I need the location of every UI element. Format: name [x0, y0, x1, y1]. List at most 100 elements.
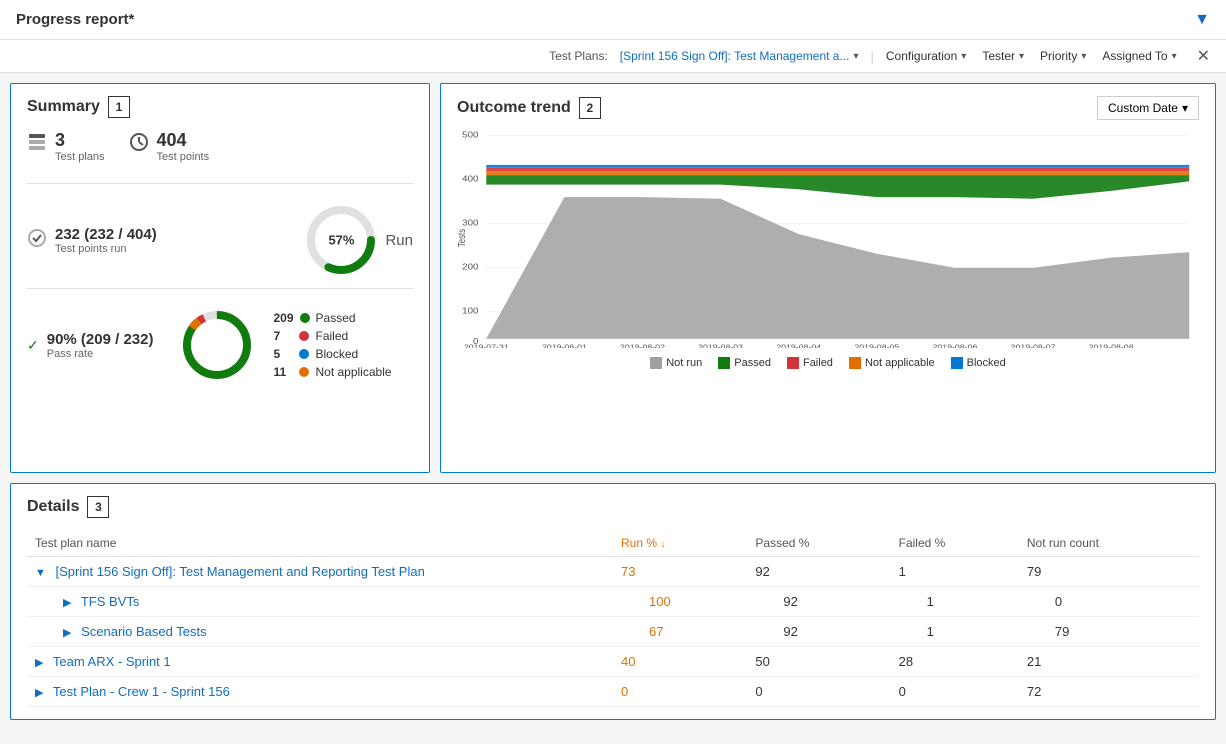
blocked-color [951, 357, 963, 369]
outcome-trend-panel: Outcome trend 2 Custom Date ▾ 500 400 30… [440, 83, 1216, 473]
test-plans-label: Test Plans: [549, 49, 608, 63]
svg-text:100: 100 [462, 306, 478, 315]
test-points-run-stat: 232 (232 / 404) Test points run [27, 226, 157, 255]
row-failed: 0 [891, 677, 1019, 707]
details-title: Details [27, 498, 79, 516]
expand-icon[interactable]: ▶ [35, 687, 43, 699]
pass-section: ✓ 90% (209 / 232) Pass rate [27, 305, 413, 385]
expand-icon[interactable]: ▼ [35, 567, 46, 579]
legend-chart-failed: Failed [787, 357, 833, 369]
app-header: Progress report* ▼ [0, 0, 1226, 40]
chart-area: 500 400 300 200 100 0 [457, 128, 1199, 460]
table-row: ▼ [Sprint 156 Sign Off]: Test Management… [27, 557, 1199, 587]
priority-filter[interactable]: Priority ▾ [1036, 47, 1090, 65]
table-row: ▶ Scenario Based Tests 67 92 1 79 [27, 617, 1199, 647]
test-points-run-label: Test points run [55, 243, 157, 255]
not-run-color [650, 357, 662, 369]
row-not-run: 21 [1019, 647, 1199, 677]
svg-text:300: 300 [462, 218, 478, 227]
svg-text:2019-08-01: 2019-08-01 [542, 343, 588, 348]
run-icon [27, 228, 47, 253]
svg-text:2019-08-05: 2019-08-05 [854, 343, 900, 348]
top-row: Summary 1 3 Test plans [10, 83, 1216, 473]
filter-bar: Test Plans: [Sprint 156 Sign Off]: Test … [0, 40, 1226, 73]
col-header-failed: Failed % [891, 530, 1019, 557]
details-panel-title: Details 3 [27, 496, 1199, 518]
row-not-run: 0 [1019, 587, 1199, 617]
col-header-passed: Passed % [747, 530, 890, 557]
check-icon: ✓ [27, 337, 39, 354]
outcome-number: 2 [579, 97, 601, 119]
chart-legend: Not run Passed Failed Not applicable [457, 357, 1199, 369]
test-plans-icon [27, 132, 47, 157]
legend-passed: 209 Passed [273, 311, 391, 325]
expand-icon[interactable]: ▶ [35, 657, 43, 669]
row-name: ▼ [Sprint 156 Sign Off]: Test Management… [27, 557, 613, 587]
legend-chart-passed: Passed [718, 357, 771, 369]
test-plans-label: Test plans [55, 151, 105, 163]
legend-chart-not-applicable: Not applicable [849, 357, 935, 369]
row-run: 40 [613, 647, 747, 677]
blocked-dot [299, 349, 309, 359]
pass-legend: 209 Passed 7 Failed 5 Blocked [273, 311, 391, 379]
run-text: Run [385, 232, 413, 249]
row-failed: 1 [891, 557, 1019, 587]
svg-text:2019-08-02: 2019-08-02 [620, 343, 666, 348]
custom-date-button[interactable]: Custom Date ▾ [1097, 96, 1199, 120]
test-points-value: 404 [157, 130, 210, 151]
configuration-filter[interactable]: Configuration ▾ [882, 47, 970, 65]
assigned-to-filter[interactable]: Assigned To ▾ [1098, 47, 1180, 65]
svg-text:400: 400 [462, 174, 478, 183]
summary-title: Summary [27, 98, 100, 116]
details-panel: Details 3 Test plan name Run % ↓ Passed … [10, 483, 1216, 720]
not-applicable-dot [299, 367, 309, 377]
test-plans-filter[interactable]: [Sprint 156 Sign Off]: Test Management a… [616, 47, 863, 65]
svg-text:200: 200 [462, 262, 478, 271]
passed-color [718, 357, 730, 369]
row-failed: 1 [891, 617, 1019, 647]
test-points-icon [129, 132, 149, 157]
svg-text:2019-08-07: 2019-08-07 [1011, 343, 1057, 348]
filter-icon[interactable]: ▼ [1194, 11, 1210, 29]
outcome-panel-title: Outcome trend 2 [457, 97, 601, 119]
svg-text:Tests: Tests [457, 228, 467, 247]
row-passed: 92 [747, 557, 890, 587]
page-title: Progress report* [16, 11, 134, 28]
expand-icon[interactable]: ▶ [63, 597, 71, 609]
row-passed: 92 [747, 617, 890, 647]
passed-dot [300, 313, 310, 323]
close-filter-button[interactable]: ✕ [1197, 46, 1210, 66]
col-header-name: Test plan name [27, 530, 613, 557]
failed-color [787, 357, 799, 369]
table-row: ▶ Team ARX - Sprint 1 40 50 28 21 [27, 647, 1199, 677]
row-not-run: 72 [1019, 677, 1199, 707]
table-row: ▶ Test Plan - Crew 1 - Sprint 156 0 0 0 … [27, 677, 1199, 707]
pass-donut [177, 305, 257, 385]
row-failed: 1 [891, 587, 1019, 617]
row-failed: 28 [891, 647, 1019, 677]
run-section: 232 (232 / 404) Test points run 57% Run [27, 200, 413, 280]
row-name: ▶ Team ARX - Sprint 1 [27, 647, 613, 677]
test-points-stat: 404 Test points [129, 130, 210, 163]
row-name: ▶ Scenario Based Tests [27, 617, 613, 647]
svg-text:2019-08-03: 2019-08-03 [698, 343, 744, 348]
test-plans-stat: 3 Test plans [27, 130, 105, 163]
legend-not-run: Not run [650, 357, 702, 369]
expand-icon[interactable]: ▶ [63, 627, 71, 639]
svg-text:500: 500 [462, 130, 478, 139]
row-not-run: 79 [1019, 617, 1199, 647]
row-passed: 0 [747, 677, 890, 707]
not-applicable-color [849, 357, 861, 369]
legend-failed: 7 Failed [273, 329, 391, 343]
legend-chart-blocked: Blocked [951, 357, 1006, 369]
details-number: 3 [87, 496, 109, 518]
row-passed: 92 [747, 587, 890, 617]
run-percent-label: 57% [328, 233, 354, 248]
details-table: Test plan name Run % ↓ Passed % Failed %… [27, 530, 1199, 707]
col-header-run[interactable]: Run % ↓ [613, 530, 747, 557]
svg-text:2019-08-04: 2019-08-04 [776, 343, 822, 348]
row-run: 100 [613, 587, 747, 617]
row-run: 73 [613, 557, 747, 587]
legend-blocked: 5 Blocked [273, 347, 391, 361]
tester-filter[interactable]: Tester ▾ [978, 47, 1028, 65]
